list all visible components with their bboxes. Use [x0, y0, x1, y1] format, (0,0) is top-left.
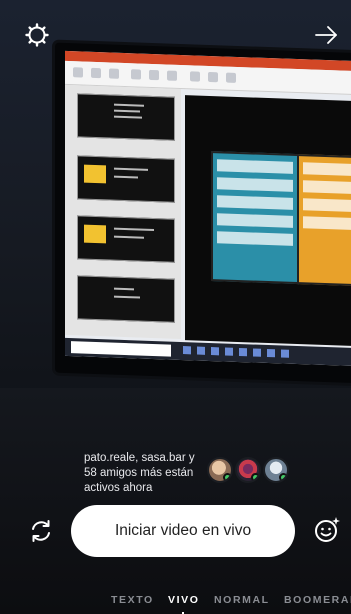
avatar [263, 457, 289, 483]
main-slide [185, 95, 351, 347]
slide-thumbnail [77, 275, 175, 323]
online-dot [251, 473, 259, 481]
mode-normal[interactable]: NORMAL [214, 594, 270, 606]
mode-boomerang[interactable]: BOOMERAN [284, 594, 351, 606]
gear-icon[interactable] [24, 22, 50, 48]
slide-thumbnail [77, 155, 175, 203]
slide-thumbnail-panel [65, 84, 181, 339]
monitor-screen [65, 50, 351, 367]
online-dot [223, 473, 231, 481]
mode-vivo[interactable]: VIVO [168, 594, 200, 606]
friend-avatars [207, 457, 297, 485]
slide-screenshot [297, 154, 351, 287]
slide-screenshot [211, 151, 299, 285]
avatar [235, 457, 261, 483]
slide-thumbnail [77, 215, 175, 263]
slide-thumbnail [77, 93, 175, 141]
camera-flip-icon[interactable] [28, 518, 54, 544]
arrow-right-icon[interactable] [313, 22, 339, 48]
online-dot [279, 473, 287, 481]
active-friends-text: pato.reale, sasa.bar y 58 amigos más est… [84, 452, 195, 494]
mode-texto[interactable]: TEXTO [111, 594, 154, 606]
mode-selector: TEXTO VIVO NORMAL BOOMERAN [0, 591, 351, 609]
monitor-in-view [55, 42, 351, 384]
face-effects-icon[interactable] [312, 515, 342, 545]
start-live-video-button[interactable]: Iniciar video en vivo [71, 505, 295, 557]
avatar [207, 457, 233, 483]
desk-surface [0, 388, 351, 614]
